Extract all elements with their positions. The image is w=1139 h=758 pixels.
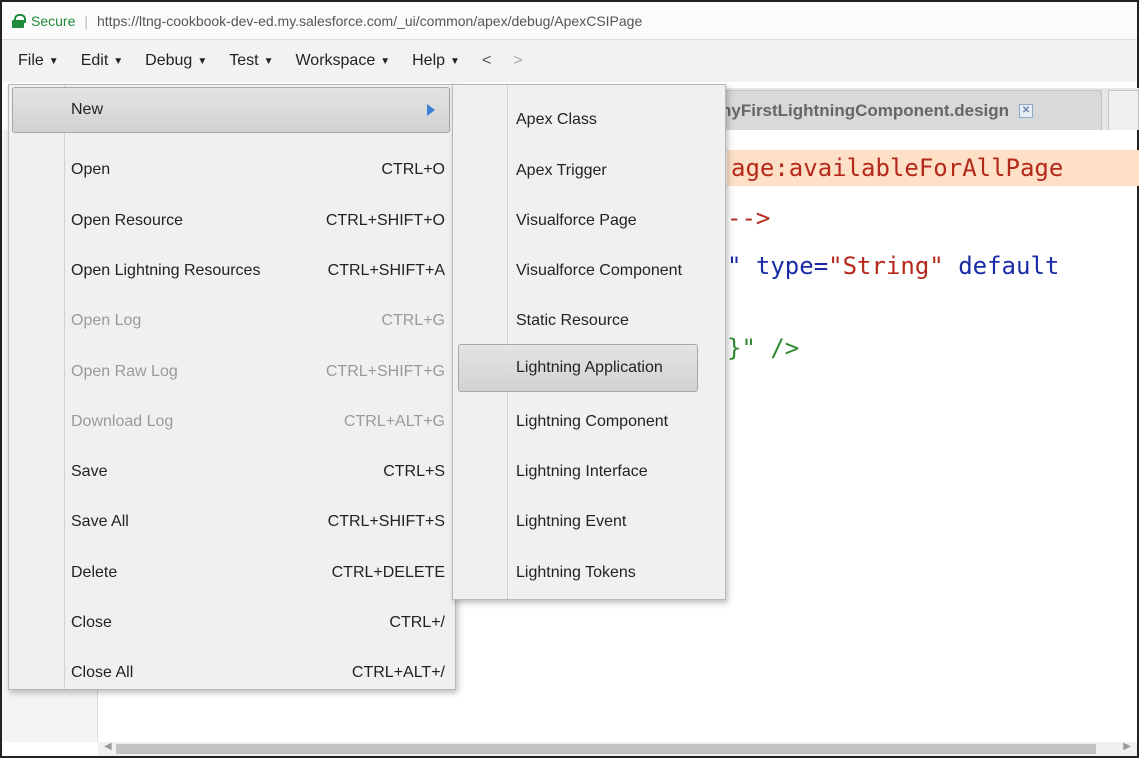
code-token: default bbox=[943, 252, 1060, 280]
code-line: " type="String" default bbox=[727, 252, 1059, 280]
submenu-item-apex-class[interactable]: Apex Class bbox=[453, 95, 725, 145]
menu-item-label: New bbox=[71, 101, 104, 118]
menu-item-shortcut: CTRL+SHIFT+S bbox=[327, 513, 445, 530]
editor-tab-title: nyFirstLightningComponent.design bbox=[721, 100, 1010, 120]
menu-item-shortcut: CTRL+S bbox=[383, 463, 445, 480]
caret-down-icon: ▼ bbox=[197, 55, 208, 67]
code-line: --> bbox=[727, 204, 771, 232]
menu-file[interactable]: File ▼ bbox=[18, 52, 59, 70]
menu-item-shortcut: CTRL+DELETE bbox=[331, 564, 445, 581]
menu-item-label: Open Raw Log bbox=[71, 363, 178, 380]
submenu-item-lightning-tokens[interactable]: Lightning Tokens bbox=[453, 548, 725, 598]
menu-item-save-all[interactable]: Save All CTRL+SHIFT+S bbox=[9, 497, 455, 547]
menu-item-shortcut: CTRL+G bbox=[381, 312, 445, 329]
menu-item-open-lightning-resources[interactable]: Open Lightning Resources CTRL+SHIFT+A bbox=[9, 246, 455, 296]
scrollbar-thumb[interactable] bbox=[116, 744, 1096, 754]
menu-item-open[interactable]: Open CTRL+O bbox=[9, 145, 455, 195]
menu-item-label: Close bbox=[71, 614, 112, 631]
menu-item-label: Open bbox=[71, 161, 111, 178]
menu-workspace[interactable]: Workspace ▼ bbox=[295, 52, 390, 70]
menu-test[interactable]: Test ▼ bbox=[229, 52, 273, 70]
menu-item-open-log[interactable]: Open Log CTRL+G bbox=[9, 296, 455, 346]
menu-item-download-log[interactable]: Download Log CTRL+ALT+G bbox=[9, 397, 455, 447]
horizontal-scrollbar[interactable]: ◀ ▶ bbox=[98, 741, 1137, 756]
menu-item-delete[interactable]: Delete CTRL+DELETE bbox=[9, 548, 455, 598]
menu-item-shortcut: CTRL+SHIFT+A bbox=[327, 262, 445, 279]
submenu-item-lightning-application[interactable]: Lightning Application bbox=[458, 344, 698, 392]
url-text[interactable]: https://ltng-cookbook-dev-ed.my.salesfor… bbox=[97, 13, 642, 29]
scroll-right-icon[interactable]: ▶ bbox=[1123, 741, 1131, 752]
code-token: " type= bbox=[727, 252, 829, 280]
menu-item-save[interactable]: Save CTRL+S bbox=[9, 447, 455, 497]
menu-item-shortcut: CTRL+O bbox=[381, 161, 445, 178]
caret-down-icon: ▼ bbox=[263, 55, 274, 67]
menu-item-shortcut: CTRL+ALT+G bbox=[343, 413, 445, 430]
code-line: }" /> bbox=[727, 334, 800, 362]
caret-down-icon: ▼ bbox=[113, 55, 124, 67]
menu-edit-label: Edit bbox=[80, 52, 109, 69]
caret-down-icon: ▼ bbox=[380, 55, 391, 67]
scroll-left-icon[interactable]: ◀ bbox=[104, 741, 112, 752]
submenu-item-lightning-interface[interactable]: Lightning Interface bbox=[453, 447, 725, 497]
menu-item-close[interactable]: Close CTRL+/ bbox=[9, 598, 455, 648]
menu-edit[interactable]: Edit ▼ bbox=[81, 52, 123, 70]
menu-item-label: Open Lightning Resources bbox=[71, 262, 261, 279]
menu-item-shortcut: CTRL+/ bbox=[389, 614, 445, 631]
menu-help[interactable]: Help ▼ bbox=[412, 52, 460, 70]
menu-item-open-raw-log[interactable]: Open Raw Log CTRL+SHIFT+G bbox=[9, 347, 455, 397]
menu-item-close-all[interactable]: Close All CTRL+ALT+/ bbox=[9, 648, 455, 698]
menu-item-shortcut: CTRL+ALT+/ bbox=[351, 664, 445, 681]
menu-file-label: File bbox=[18, 52, 44, 69]
address-separator: | bbox=[84, 12, 88, 29]
menu-debug-label: Debug bbox=[145, 52, 193, 69]
menu-item-label: Save All bbox=[71, 513, 129, 530]
code-token-string: "String" bbox=[828, 252, 944, 280]
address-bar[interactable]: Secure | https://ltng-cookbook-dev-ed.my… bbox=[2, 2, 1137, 40]
menu-debug[interactable]: Debug ▼ bbox=[145, 52, 207, 70]
menu-help-label: Help bbox=[412, 52, 446, 69]
editor-tab[interactable]: nyFirstLightningComponent.design ✕ bbox=[700, 90, 1102, 130]
menubar: File ▼ Edit ▼ Debug ▼ Test ▼ Workspace ▼ Help… bbox=[2, 40, 1137, 82]
secure-label: Secure bbox=[31, 12, 76, 29]
lock-icon bbox=[12, 13, 26, 28]
nav-back-button[interactable]: < bbox=[482, 52, 491, 70]
submenu-arrow-icon bbox=[427, 104, 435, 116]
editor-tab-secondary[interactable] bbox=[1108, 90, 1139, 130]
submenu-item-visualforce-page[interactable]: Visualforce Page bbox=[453, 196, 725, 246]
file-menu: New Open CTRL+O Open Resource CTRL+SHIFT… bbox=[8, 84, 456, 690]
nav-forward-button[interactable]: > bbox=[513, 52, 522, 70]
menu-item-shortcut: CTRL+SHIFT+G bbox=[325, 363, 445, 380]
submenu-item-lightning-event[interactable]: Lightning Event bbox=[453, 497, 725, 547]
menu-item-label: Download Log bbox=[71, 413, 174, 430]
menu-item-label: Delete bbox=[71, 564, 118, 581]
menu-item-shortcut: CTRL+SHIFT+O bbox=[325, 212, 445, 229]
menu-item-open-resource[interactable]: Open Resource CTRL+SHIFT+O bbox=[9, 196, 455, 246]
menu-test-label: Test bbox=[229, 52, 259, 69]
close-icon[interactable]: ✕ bbox=[1019, 103, 1034, 118]
menu-item-label: Save bbox=[71, 463, 108, 480]
new-submenu: Apex Class Apex Trigger Visualforce Page… bbox=[452, 84, 726, 600]
menu-item-label: Close All bbox=[71, 664, 134, 681]
menu-item-label: Open Resource bbox=[71, 212, 184, 229]
caret-down-icon: ▼ bbox=[450, 55, 460, 67]
code-line: age:availableForAllPage bbox=[727, 150, 1139, 186]
menu-item-new[interactable]: New bbox=[12, 87, 450, 133]
submenu-item-apex-trigger[interactable]: Apex Trigger bbox=[453, 146, 725, 196]
submenu-item-visualforce-component[interactable]: Visualforce Component bbox=[453, 246, 725, 296]
submenu-item-lightning-component[interactable]: Lightning Component bbox=[453, 397, 725, 447]
code-editor[interactable]: age:availableForAllPage --> " type="Stri… bbox=[727, 130, 1139, 742]
menu-item-label: Open Log bbox=[71, 312, 142, 329]
submenu-item-static-resource[interactable]: Static Resource bbox=[453, 296, 725, 346]
menu-workspace-label: Workspace bbox=[295, 52, 376, 69]
caret-down-icon: ▼ bbox=[48, 55, 59, 67]
